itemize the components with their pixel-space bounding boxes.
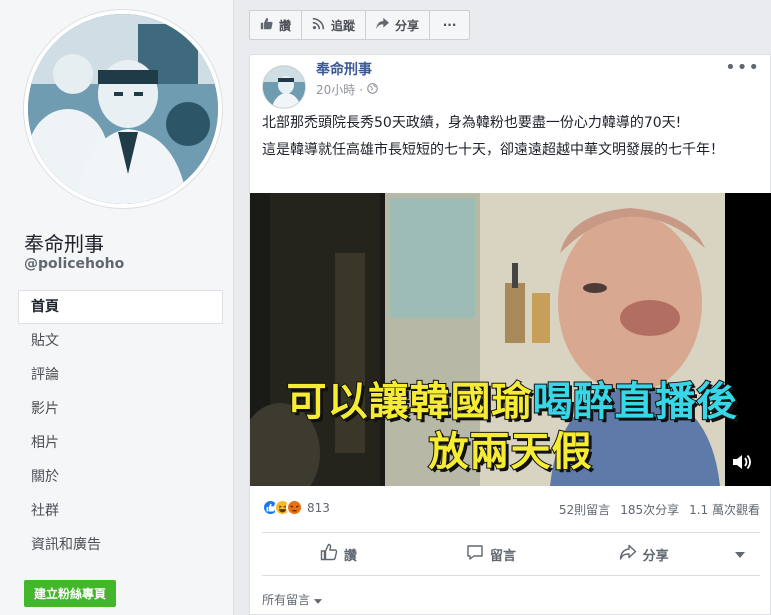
page-name[interactable]: 奉命刑事 [24,228,104,257]
post-author-name[interactable]: 奉命刑事 [316,59,372,79]
nav-item-home[interactable]: 首頁 [18,290,223,324]
thumbs-up-icon [260,17,273,33]
profile-photo [28,14,218,204]
create-page-button[interactable]: 建立粉絲專頁 [24,580,117,607]
rss-icon [312,17,325,33]
comment-filter-dropdown[interactable]: 所有留言 [262,591,323,608]
post-stats: 52則留言 185次分享 1.1 萬次觀看 [559,501,760,518]
like-page-button[interactable]: 讚 [249,10,303,40]
globe-icon [367,82,378,97]
caret-down-icon [314,593,323,607]
left-sidebar: 奉命刑事 @policehoho 首頁 貼文 評論 影片 相片 關於 社群 資訊… [0,0,234,615]
share-arrow-icon [376,17,390,33]
caret-down-icon [735,547,746,562]
post-timestamp[interactable]: 20小時 [316,81,355,98]
post-card: 奉命刑事 20小時 · ••• 北部那禿頭院長秀50天政績，身為韓粉也要盡一份心… [249,54,771,615]
like-button[interactable]: 讚 [262,543,415,565]
post-text-line-1: 北部那禿頭院長秀50天政績，身為韓粉也要盡一份心力韓導的70天! [262,115,682,131]
view-count: 1.1 萬次觀看 [689,503,760,517]
thumbs-up-outline-icon [320,543,338,565]
page-handle[interactable]: @policehoho [24,256,124,272]
follow-button[interactable]: 追蹤 [302,10,367,40]
share-options-caret[interactable] [720,547,760,562]
share-page-label: 分享 [395,18,420,33]
nav-item-about[interactable]: 關於 [18,460,223,494]
nav-item-reviews[interactable]: 評論 [18,358,223,392]
post-meta: 20小時 · [316,81,378,98]
page-action-bar: 讚 追蹤 分享 ··· [249,10,471,40]
follow-label: 追蹤 [331,18,356,33]
reaction-count[interactable]: 813 [307,501,330,515]
comment-filter-label: 所有留言 [262,593,311,607]
nav-item-info-and-ads[interactable]: 資訊和廣告 [18,528,223,562]
nav-item-videos[interactable]: 影片 [18,392,223,426]
more-dots-icon: ··· [442,18,457,32]
comment-label: 留言 [490,548,517,564]
post-options-icon[interactable]: ••• [725,57,760,78]
like-page-label: 讚 [279,18,292,33]
reactions-summary[interactable]: 813 [262,499,330,516]
share-label: 分享 [642,548,669,564]
volume-icon[interactable] [731,452,753,476]
share-page-button[interactable]: 分享 [366,10,431,40]
post-text-line-2: 這是韓導就任高雄市長短短的七十天，卻遠遠超越中華文明發展的七千年！ [262,142,724,158]
comment-button[interactable]: 留言 [415,543,568,565]
video-player[interactable]: 可以讓韓國瑜喝醉直播後 放兩天假 [250,193,771,486]
page-nav: 首頁 貼文 評論 影片 相片 關於 社群 資訊和廣告 [18,290,223,562]
more-options-button[interactable]: ··· [430,10,471,40]
nav-item-posts[interactable]: 貼文 [18,324,223,358]
post-author-avatar[interactable] [262,65,306,109]
share-button[interactable]: 分享 [567,543,720,565]
nav-item-community[interactable]: 社群 [18,494,223,528]
share-count[interactable]: 185次分享 [620,501,679,518]
angry-reaction-icon [286,499,303,516]
video-caption-line-2: 放兩天假 [428,428,593,476]
share-arrow-icon [619,543,637,565]
comment-bubble-icon [466,543,484,565]
nav-item-photos[interactable]: 相片 [18,426,223,460]
profile-picture[interactable] [24,10,222,208]
like-label: 讚 [343,548,357,564]
comment-count[interactable]: 52則留言 [559,501,610,518]
post-actions-bar: 讚 留言 分享 [262,532,760,576]
